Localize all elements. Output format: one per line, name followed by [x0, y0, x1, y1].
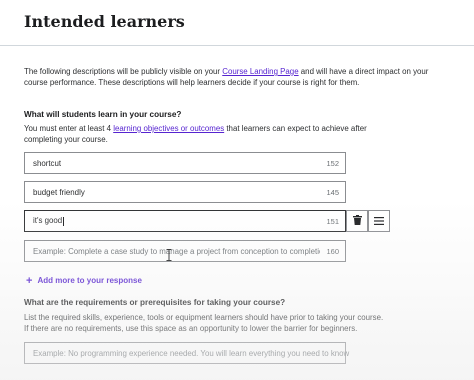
objective-input-4-char-count: 160 [326, 246, 339, 256]
objective-input-4-placeholder: Example: Complete a case study to manage… [33, 246, 321, 256]
requirement-input-1-placeholder: Example: No programming experience neede… [33, 348, 350, 358]
trash-icon [352, 212, 362, 230]
reorder-objective-button[interactable] [368, 210, 390, 232]
objective-input-3-text: it's good [33, 216, 63, 226]
delete-objective-button[interactable] [346, 210, 368, 232]
hamburger-icon [374, 212, 384, 230]
objective-input-2-value: budget friendly [33, 187, 85, 197]
plus-icon: + [26, 274, 33, 287]
header-divider [0, 45, 474, 46]
requirements-instruction: List the required skills, experience, to… [24, 313, 384, 333]
objective-input-1-char-count: 152 [326, 158, 339, 168]
intended-learners-page: Intended learners The following descript… [0, 0, 474, 380]
course-landing-page-link[interactable]: Course Landing Page [222, 67, 298, 76]
add-more-button[interactable]: + Add more to your response [26, 274, 142, 287]
mouse-cursor-icon [166, 248, 172, 266]
objective-input-2-char-count: 145 [326, 187, 339, 197]
text-caret [63, 216, 65, 226]
add-more-label: Add more to your response [37, 276, 142, 285]
objective-input-3[interactable]: it's good 151 [24, 210, 346, 232]
objective-input-3-value: it's good [33, 216, 65, 226]
objective-input-1[interactable]: shortcut 152 [24, 152, 346, 174]
objectives-instruction: You must enter at least 4 learning objec… [24, 123, 394, 145]
page-title: Intended learners [24, 12, 185, 31]
intro-text: The following descriptions will be publi… [24, 66, 444, 88]
objective-input-3-char-count: 151 [326, 216, 339, 226]
objective-input-4[interactable]: Example: Complete a case study to manage… [24, 240, 346, 262]
requirements-heading: What are the requirements or prerequisit… [24, 298, 286, 307]
objective-input-2[interactable]: budget friendly 145 [24, 181, 346, 203]
learning-objectives-link[interactable]: learning objectives or outcomes [113, 124, 224, 133]
objectives-instruction-part1: You must enter at least 4 [24, 124, 114, 133]
objective-input-1-value: shortcut [33, 158, 62, 168]
requirement-input-1[interactable]: Example: No programming experience neede… [24, 342, 350, 364]
objectives-heading: What will students learn in your course? [24, 110, 182, 119]
intro-text-part1: The following descriptions will be publi… [24, 67, 223, 76]
